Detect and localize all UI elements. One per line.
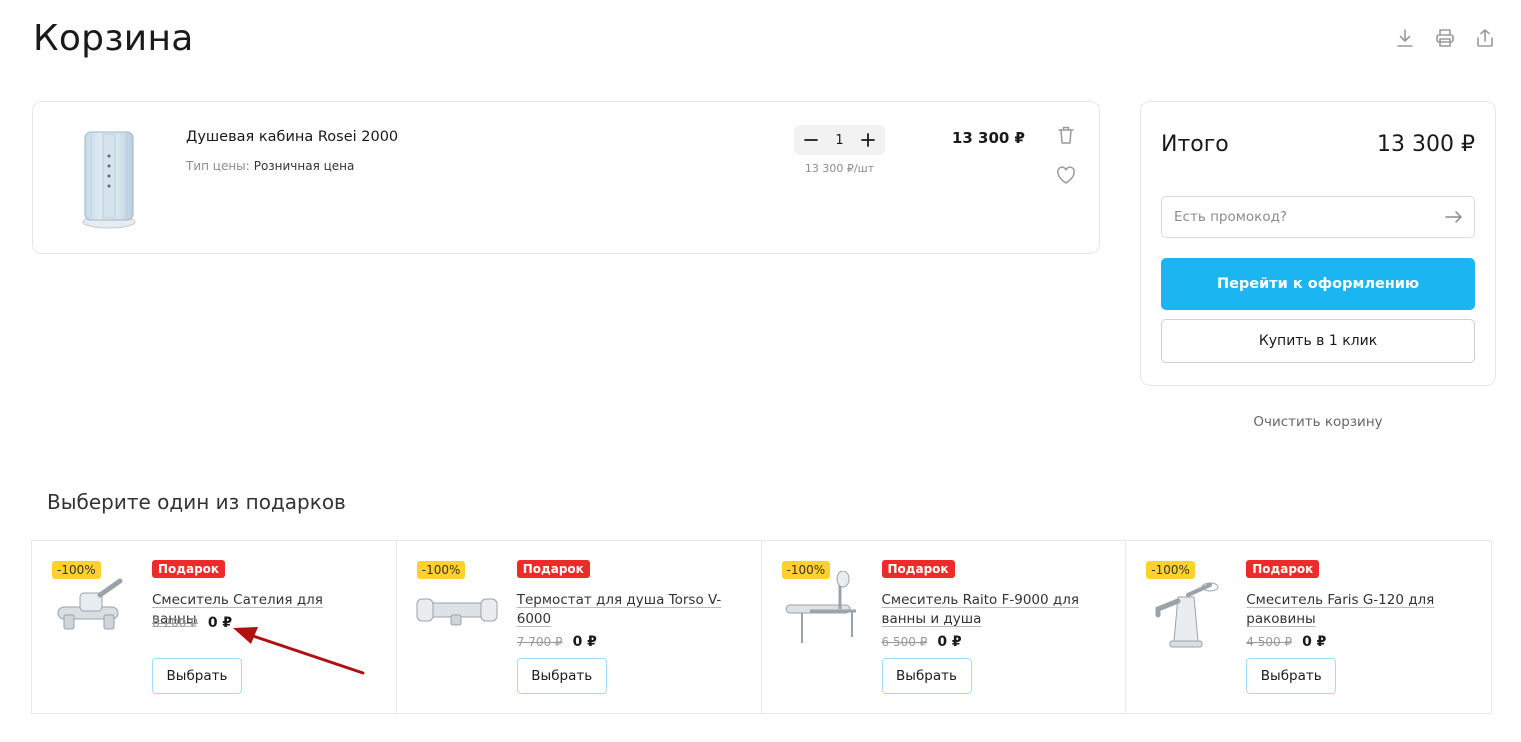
thermostat-image[interactable] bbox=[415, 571, 499, 643]
shower-cabin-image[interactable] bbox=[81, 126, 137, 230]
discount-badge: -100% bbox=[416, 561, 466, 579]
page-title: Корзина bbox=[33, 18, 194, 59]
gift-prices: 6 500 ₽ 0 ₽ bbox=[882, 634, 962, 650]
discount-badge: -100% bbox=[781, 561, 831, 579]
old-price: 7 700 ₽ bbox=[516, 635, 563, 649]
gift-badge: Подарок bbox=[516, 560, 590, 578]
select-gift-button[interactable]: Выбрать bbox=[881, 658, 972, 694]
gift-prices: 4 500 ₽ 0 ₽ bbox=[1246, 634, 1326, 650]
share-icon[interactable] bbox=[1473, 26, 1497, 50]
gift-card: -100% Подарок Термостат для душа Torso V… bbox=[397, 541, 762, 713]
gift-card: -100% Подарок Смеситель Raito F-9000 для… bbox=[762, 541, 1127, 713]
clear-cart-link[interactable]: Очистить корзину bbox=[1140, 414, 1496, 430]
item-name[interactable]: Душевая кабина Rosei 2000 bbox=[186, 129, 398, 145]
gift-name[interactable]: Термостат для душа Torso V-6000 bbox=[517, 591, 727, 629]
bath-faucet-image[interactable] bbox=[50, 571, 134, 643]
discount-badge: -100% bbox=[1146, 561, 1195, 579]
cart-item: Душевая кабина Rosei 2000 Тип цены: Розни… bbox=[32, 101, 1100, 254]
print-icon[interactable] bbox=[1433, 26, 1457, 50]
unit-price: 13 300 ₽/шт bbox=[804, 162, 875, 175]
gift-badge: Подарок bbox=[881, 560, 955, 578]
quantity-stepper: 1 bbox=[794, 125, 885, 155]
price-type: Тип цены: Розничная цена bbox=[186, 159, 354, 173]
price-type-label: Тип цены: bbox=[186, 159, 250, 173]
gift-name[interactable]: Смеситель Raito F-9000 для ванны и душа bbox=[882, 591, 1092, 629]
gift-card: -100% Подарок Смеситель Faris G-120 для … bbox=[1126, 541, 1491, 713]
price-type-value: Розничная цена bbox=[253, 159, 355, 173]
gifts-list: -100% Подарок Смеситель Сателия для ванн… bbox=[31, 540, 1492, 714]
discount-badge: -100% bbox=[52, 561, 101, 579]
gift-name[interactable]: Смеситель Faris G-120 для раковины bbox=[1246, 591, 1456, 629]
new-price: 0 ₽ bbox=[572, 634, 597, 650]
select-gift-button[interactable]: Выбрать bbox=[1246, 658, 1337, 694]
old-price: 6 500 ₽ bbox=[881, 635, 928, 649]
new-price: 0 ₽ bbox=[937, 634, 962, 650]
quantity-value[interactable]: 1 bbox=[835, 133, 843, 148]
increase-button[interactable] bbox=[859, 131, 877, 149]
item-total: 13 300 ₽ bbox=[951, 129, 1025, 147]
trash-icon[interactable] bbox=[1055, 124, 1077, 146]
summary-total: 13 300 ₽ bbox=[1377, 132, 1475, 157]
new-price: 0 ₽ bbox=[207, 615, 233, 631]
page-toolbar bbox=[1393, 26, 1497, 50]
gift-prices: 6 200 ₽ 0 ₽ bbox=[152, 615, 232, 631]
select-gift-button[interactable]: Выбрать bbox=[152, 658, 242, 694]
promo-field bbox=[1161, 196, 1475, 238]
old-price: 4 500 ₽ bbox=[1246, 635, 1293, 649]
gifts-title: Выберите один из подарков bbox=[47, 490, 346, 514]
one-click-buy-button[interactable]: Купить в 1 клик bbox=[1161, 319, 1475, 363]
promo-input[interactable] bbox=[1162, 197, 1432, 237]
arrow-right-icon[interactable] bbox=[1444, 207, 1464, 227]
bath-shower-faucet-image[interactable] bbox=[780, 570, 864, 643]
gift-card: -100% Подарок Смеситель Сателия для ванн… bbox=[32, 541, 397, 713]
gift-badge: Подарок bbox=[1246, 560, 1320, 578]
old-price: 6 200 ₽ bbox=[152, 616, 198, 630]
download-icon[interactable] bbox=[1393, 26, 1417, 50]
gift-prices: 7 700 ₽ 0 ₽ bbox=[517, 634, 597, 650]
gift-badge: Подарок bbox=[152, 560, 226, 578]
decrease-button[interactable] bbox=[802, 131, 820, 149]
select-gift-button[interactable]: Выбрать bbox=[516, 658, 607, 694]
order-summary: Итого 13 300 ₽ Перейти к оформлению Купи… bbox=[1140, 101, 1496, 386]
checkout-button[interactable]: Перейти к оформлению bbox=[1161, 258, 1475, 310]
summary-label: Итого bbox=[1161, 132, 1229, 157]
heart-icon[interactable] bbox=[1055, 164, 1077, 186]
basin-faucet-image[interactable] bbox=[1144, 571, 1228, 648]
new-price: 0 ₽ bbox=[1302, 634, 1327, 650]
